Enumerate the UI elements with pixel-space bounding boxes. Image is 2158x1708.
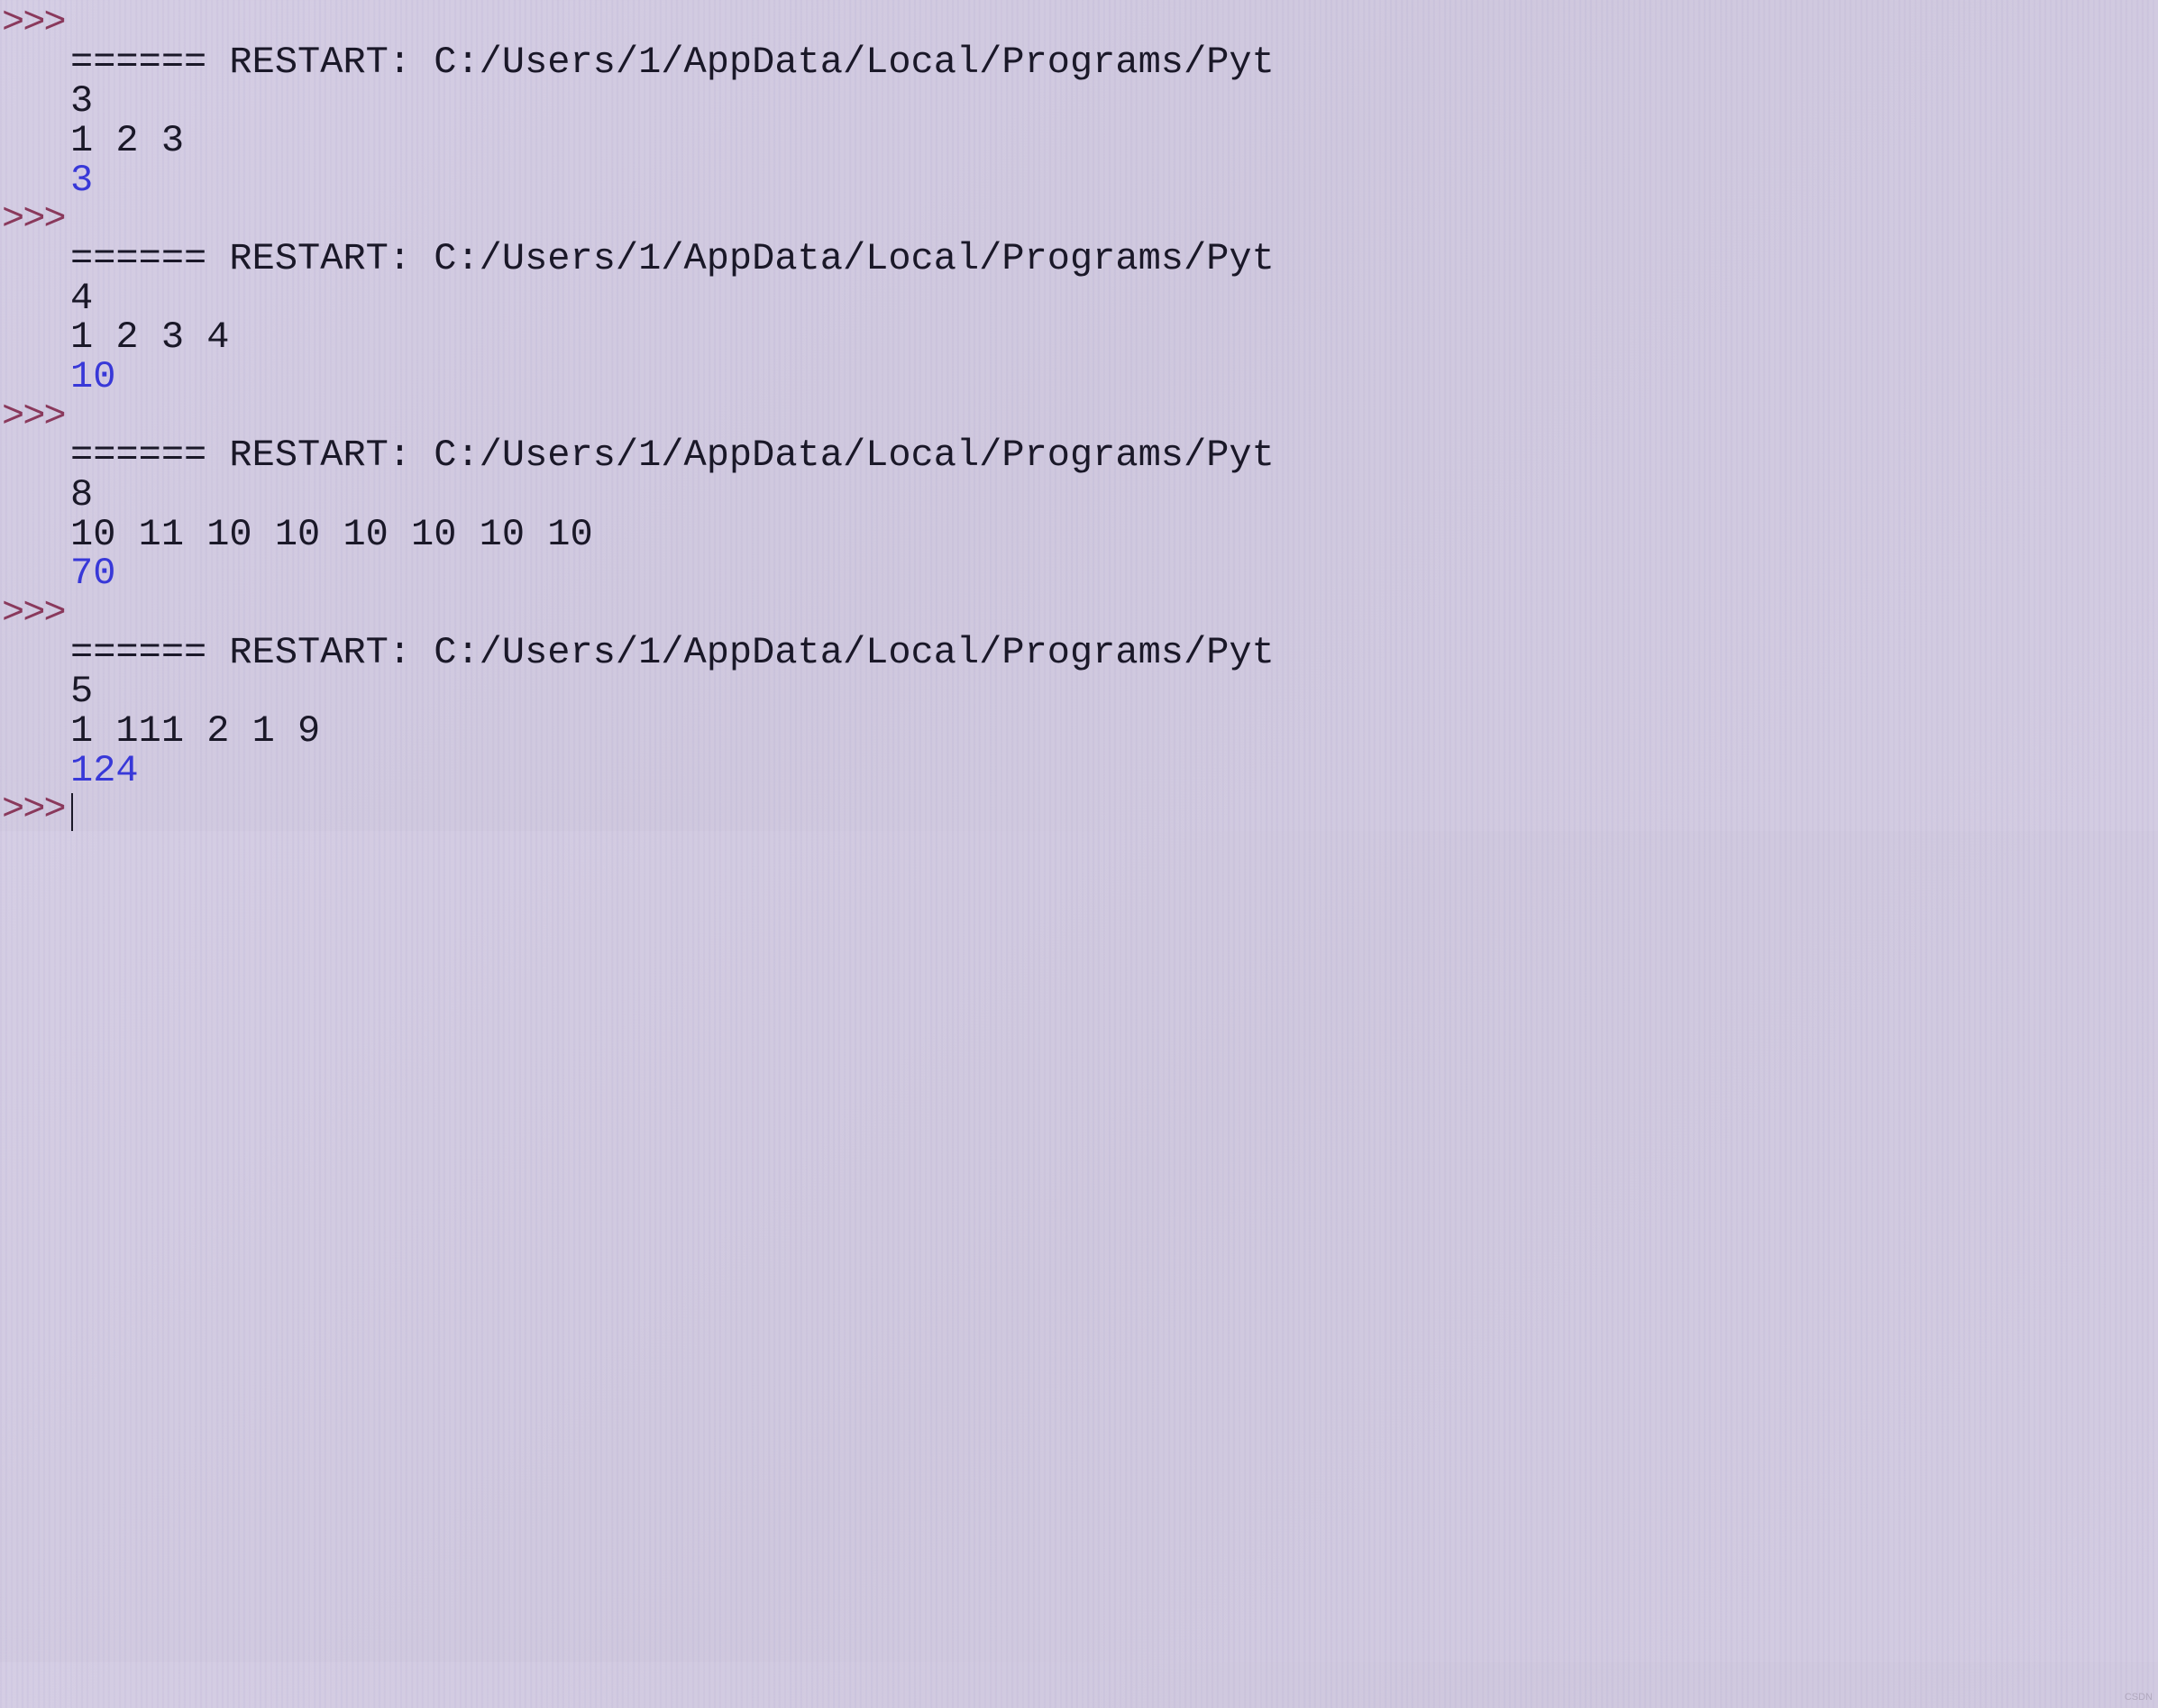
output-value: 10 xyxy=(70,358,115,397)
input-line: 5 xyxy=(0,672,2158,712)
input-n: 4 xyxy=(70,279,93,319)
prompt-line: >>> xyxy=(0,594,2158,634)
prompt-symbol: >>> xyxy=(0,397,70,437)
prompt-symbol: >>> xyxy=(0,4,70,43)
text-cursor-icon xyxy=(71,793,73,831)
restart-text: ====== RESTART: C:/Users/1/AppData/Local… xyxy=(70,634,1275,673)
prompt-symbol: >>> xyxy=(0,790,70,830)
input-values: 1 2 3 xyxy=(70,122,184,161)
prompt-symbol: >>> xyxy=(0,594,70,634)
restart-text: ====== RESTART: C:/Users/1/AppData/Local… xyxy=(70,240,1275,279)
restart-text: ====== RESTART: C:/Users/1/AppData/Local… xyxy=(70,43,1275,83)
restart-line: ====== RESTART: C:/Users/1/AppData/Local… xyxy=(0,43,2158,83)
restart-line: ====== RESTART: C:/Users/1/AppData/Local… xyxy=(0,436,2158,476)
prompt-line: >>> xyxy=(0,397,2158,437)
watermark: CSDN xyxy=(2125,1693,2153,1703)
input-values: 1 2 3 4 xyxy=(70,318,229,358)
input-line: 3 xyxy=(0,82,2158,122)
blank-content xyxy=(70,594,93,634)
input-values: 10 11 10 10 10 10 10 10 xyxy=(70,516,593,555)
prompt-line-active[interactable]: >>> xyxy=(0,790,2158,831)
output-value: 70 xyxy=(70,554,115,594)
shell-input[interactable] xyxy=(70,790,73,831)
input-line: 1 2 3 xyxy=(0,122,2158,161)
output-value: 124 xyxy=(70,752,139,791)
input-n: 5 xyxy=(70,672,93,712)
restart-text: ====== RESTART: C:/Users/1/AppData/Local… xyxy=(70,436,1275,476)
restart-line: ====== RESTART: C:/Users/1/AppData/Local… xyxy=(0,634,2158,673)
prompt-line: >>> xyxy=(0,200,2158,240)
input-line: 10 11 10 10 10 10 10 10 xyxy=(0,516,2158,555)
output-value: 3 xyxy=(70,161,93,201)
output-line: 3 xyxy=(0,161,2158,201)
blank-content xyxy=(70,4,93,43)
output-line: 124 xyxy=(0,752,2158,791)
input-n: 8 xyxy=(70,476,93,516)
blank-content xyxy=(70,397,93,437)
prompt-symbol: >>> xyxy=(0,200,70,240)
blank-content xyxy=(70,200,93,240)
input-line: 4 xyxy=(0,279,2158,319)
input-line: 8 xyxy=(0,476,2158,516)
input-line: 1 111 2 1 9 xyxy=(0,712,2158,752)
output-line: 70 xyxy=(0,554,2158,594)
restart-line: ====== RESTART: C:/Users/1/AppData/Local… xyxy=(0,240,2158,279)
input-values: 1 111 2 1 9 xyxy=(70,712,320,752)
input-line: 1 2 3 4 xyxy=(0,318,2158,358)
output-line: 10 xyxy=(0,358,2158,397)
prompt-line: >>> xyxy=(0,4,2158,43)
input-n: 3 xyxy=(70,82,93,122)
